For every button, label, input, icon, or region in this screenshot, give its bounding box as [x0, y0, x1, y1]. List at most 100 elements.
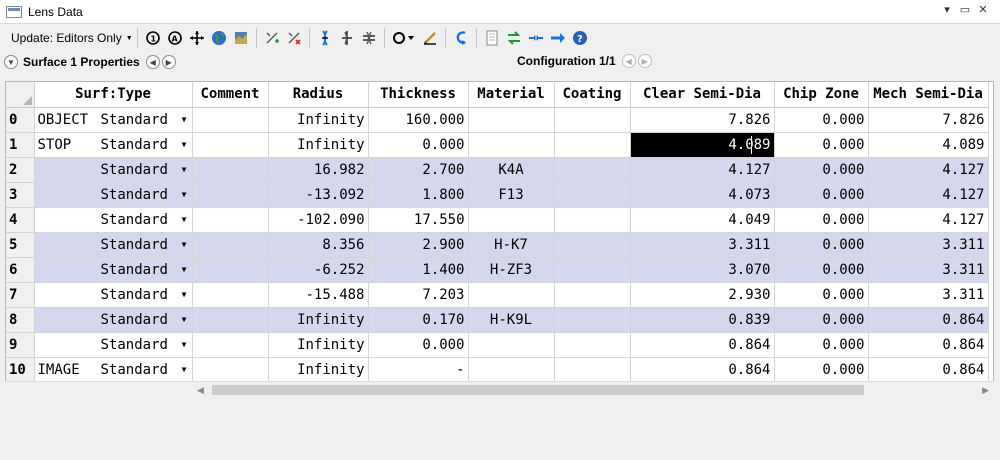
material-cell[interactable]: K4A — [468, 157, 555, 183]
row-number[interactable]: 4 — [6, 207, 35, 233]
mech-semi-dia-cell[interactable]: 7.826 — [868, 107, 989, 133]
column-header-surf-type[interactable]: Surf:Type — [34, 82, 193, 108]
map-icon[interactable] — [231, 28, 251, 48]
coating-cell[interactable] — [554, 132, 631, 158]
document-icon[interactable] — [482, 28, 502, 48]
material-cell[interactable] — [468, 282, 555, 308]
coating-cell[interactable] — [554, 232, 631, 258]
chip-zone-cell[interactable]: 0.000 — [774, 182, 869, 208]
update-mode-dropdown[interactable]: Update: Editors Only ▼ — [11, 31, 133, 45]
comment-cell[interactable] — [192, 357, 269, 383]
clear-semi-dia-cell[interactable]: 4.073 — [630, 182, 775, 208]
comment-cell[interactable] — [192, 132, 269, 158]
column-header-chip-zone[interactable]: Chip Zone — [774, 82, 869, 108]
radius-cell[interactable]: Infinity — [268, 307, 369, 333]
previous-surface-button[interactable]: ◀ — [145, 55, 160, 69]
clear-semi-dia-cell[interactable]: 3.070 — [630, 257, 775, 283]
clear-semi-dia-cell[interactable]: 7.826 — [630, 107, 775, 133]
chip-zone-cell[interactable]: 0.000 — [774, 157, 869, 183]
surface-properties-label[interactable]: Surface 1 Properties — [23, 55, 140, 69]
clear-semi-dia-cell[interactable]: 0.839 — [630, 307, 775, 333]
row-number[interactable]: 7 — [6, 282, 35, 308]
next-surface-button[interactable]: ▶ — [161, 55, 176, 69]
coating-cell[interactable] — [554, 357, 631, 383]
row-number[interactable]: 3 — [6, 182, 35, 208]
chip-zone-cell[interactable]: 0.000 — [774, 282, 869, 308]
column-header-coating[interactable]: Coating — [554, 82, 631, 108]
surface-type-dropdown[interactable]: Standard ▼ — [101, 312, 189, 328]
surf-type-cell[interactable]: Standard ▼ — [34, 232, 193, 258]
mech-semi-dia-cell[interactable]: 0.864 — [868, 357, 989, 383]
previous-config-button[interactable]: ◀ — [621, 54, 636, 68]
column-header-mech-semi-dia[interactable]: Mech Semi-Dia — [868, 82, 989, 108]
clear-semi-dia-cell[interactable]: 0.864 — [630, 332, 775, 358]
active-cell[interactable]: 4.089 — [630, 132, 775, 158]
clear-semi-dia-cell[interactable]: 4.127 — [630, 157, 775, 183]
material-cell[interactable]: H-ZF3 — [468, 257, 555, 283]
radius-cell[interactable]: Infinity — [268, 107, 369, 133]
material-cell[interactable]: F13 — [468, 182, 555, 208]
scroll-right-icon[interactable]: ▶ — [982, 385, 989, 396]
surf-type-cell[interactable]: OBJECT Standard ▼ — [34, 107, 193, 133]
swap-icon[interactable] — [504, 28, 524, 48]
surf-type-cell[interactable]: STOP Standard ▼ — [34, 132, 193, 158]
coating-cell[interactable] — [554, 307, 631, 333]
collapse-icon[interactable] — [526, 28, 546, 48]
mech-semi-dia-cell[interactable]: 4.127 — [868, 182, 989, 208]
thickness-cell[interactable]: 1.400 — [368, 257, 469, 283]
mech-semi-dia-cell[interactable]: 4.089 — [868, 132, 989, 158]
chip-zone-cell[interactable]: 0.000 — [774, 357, 869, 383]
chip-zone-cell[interactable]: 0.000 — [774, 107, 869, 133]
radius-cell[interactable]: 16.982 — [268, 157, 369, 183]
surface-type-dropdown[interactable]: Standard ▼ — [101, 187, 189, 203]
surface-type-dropdown[interactable]: Standard ▼ — [101, 362, 189, 378]
thickness-cell[interactable]: 7.203 — [368, 282, 469, 308]
mech-semi-dia-cell[interactable]: 0.864 — [868, 307, 989, 333]
aperture-icon[interactable] — [390, 28, 418, 48]
clear-semi-dia-cell[interactable]: 0.864 — [630, 357, 775, 383]
surface-type-dropdown[interactable]: Standard ▼ — [101, 212, 189, 228]
radius-cell[interactable]: Infinity — [268, 332, 369, 358]
radius-cell[interactable]: 8.356 — [268, 232, 369, 258]
scroll-left-icon[interactable]: ◀ — [197, 385, 204, 396]
undo-icon[interactable] — [451, 28, 471, 48]
lens-decenter-icon[interactable] — [359, 28, 379, 48]
thickness-cell[interactable]: 1.800 — [368, 182, 469, 208]
chip-zone-cell[interactable]: 0.000 — [774, 257, 869, 283]
surf-type-cell[interactable]: Standard ▼ — [34, 182, 193, 208]
thickness-cell[interactable]: 0.170 — [368, 307, 469, 333]
comment-cell[interactable] — [192, 182, 269, 208]
row-number[interactable]: 8 — [6, 307, 35, 333]
comment-cell[interactable] — [192, 307, 269, 333]
thickness-cell[interactable]: 17.550 — [368, 207, 469, 233]
row-number[interactable]: 9 — [6, 332, 35, 358]
radius-cell[interactable]: -13.092 — [268, 182, 369, 208]
coating-cell[interactable] — [554, 182, 631, 208]
window-menu-icon[interactable]: ▾ — [938, 3, 956, 16]
row-number[interactable]: 0 — [6, 107, 35, 133]
comment-cell[interactable] — [192, 332, 269, 358]
thickness-cell[interactable]: 0.000 — [368, 132, 469, 158]
radius-cell[interactable]: Infinity — [268, 132, 369, 158]
clear-semi-dia-cell[interactable]: 4.049 — [630, 207, 775, 233]
chip-zone-cell[interactable]: 0.000 — [774, 207, 869, 233]
column-header-material[interactable]: Material — [468, 82, 555, 108]
material-cell[interactable]: H-K7 — [468, 232, 555, 258]
surface-type-dropdown[interactable]: Standard ▼ — [101, 262, 189, 278]
row-number[interactable]: 1 — [6, 132, 35, 158]
comment-cell[interactable] — [192, 107, 269, 133]
coating-cell[interactable] — [554, 107, 631, 133]
column-header-radius[interactable]: Radius — [268, 82, 369, 108]
refresh-all-icon[interactable]: A — [165, 28, 185, 48]
material-cell[interactable]: H-K9L — [468, 307, 555, 333]
row-number[interactable]: 6 — [6, 257, 35, 283]
maximize-icon[interactable]: ▭ — [956, 3, 974, 16]
clear-semi-dia-cell[interactable]: 2.930 — [630, 282, 775, 308]
insert-surface-icon[interactable] — [262, 28, 282, 48]
chip-zone-cell[interactable]: 0.000 — [774, 307, 869, 333]
thickness-cell[interactable]: - — [368, 357, 469, 383]
surf-type-cell[interactable]: Standard ▼ — [34, 257, 193, 283]
coating-cell[interactable] — [554, 257, 631, 283]
move-icon[interactable] — [187, 28, 207, 48]
surf-type-cell[interactable]: Standard ▼ — [34, 207, 193, 233]
